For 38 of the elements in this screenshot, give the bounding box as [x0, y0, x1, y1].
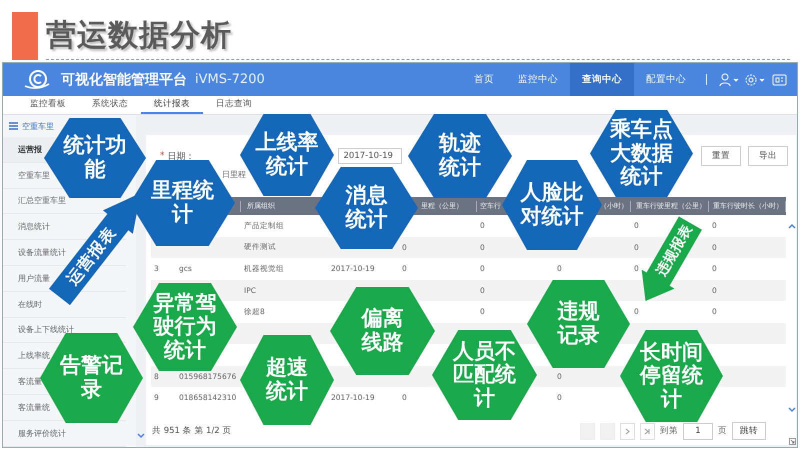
tab[interactable]: 系统状态	[79, 96, 141, 114]
page-last-button[interactable]	[640, 422, 655, 440]
menu-icon[interactable]	[9, 122, 18, 130]
sidebar-item[interactable]: 在线时	[18, 298, 42, 310]
logo-icon	[23, 68, 51, 92]
sidebar-item[interactable]: 设备上下线统计	[18, 324, 74, 336]
nav-tab[interactable]: 首页	[462, 63, 506, 96]
title-accent	[12, 12, 38, 60]
page-field[interactable]: 1	[683, 422, 713, 440]
action-button[interactable]: 导出	[748, 146, 788, 166]
skip-end-icon	[644, 428, 651, 434]
page-summary: 共 951 条 第 1/2 页	[152, 425, 232, 437]
settings-icon[interactable]	[745, 72, 767, 86]
app-title: 可视化智能管理平台	[61, 70, 187, 88]
nav-tab[interactable]: 配置中心	[634, 63, 698, 96]
chevron-down-icon[interactable]	[137, 433, 145, 439]
required-mark: *	[160, 151, 164, 161]
nav-tab[interactable]: 监控中心	[506, 63, 570, 96]
page-next-button[interactable]	[620, 422, 635, 440]
sidebar-item[interactable]: 服务评价统计	[18, 428, 66, 439]
chevron-down-icon[interactable]	[788, 407, 796, 413]
action-button[interactable]: 重置	[701, 146, 741, 166]
slide-title: 营运数据分析	[46, 17, 232, 55]
goto-label: 到第	[660, 425, 678, 437]
nav-tab[interactable]: 查询中心	[570, 63, 634, 96]
jump-button[interactable]: 跳转	[732, 422, 766, 440]
tab[interactable]: 日志查询	[203, 96, 265, 114]
date-label: 日期：	[168, 150, 194, 162]
tab[interactable]: 监控看板	[17, 96, 79, 114]
app-model: iVMS-7200	[195, 72, 265, 87]
date-field[interactable]: 2017-10-19	[338, 148, 402, 164]
page-unit: 页	[718, 425, 727, 437]
sidebar-item[interactable]: 运营报	[18, 144, 42, 155]
sidebar-item[interactable]: 客流量	[18, 376, 42, 388]
chevron-right-icon	[624, 428, 631, 434]
user-icon[interactable]	[719, 72, 741, 86]
resize-grip-icon[interactable]	[789, 438, 796, 445]
chevron-up-icon[interactable]	[788, 223, 796, 229]
